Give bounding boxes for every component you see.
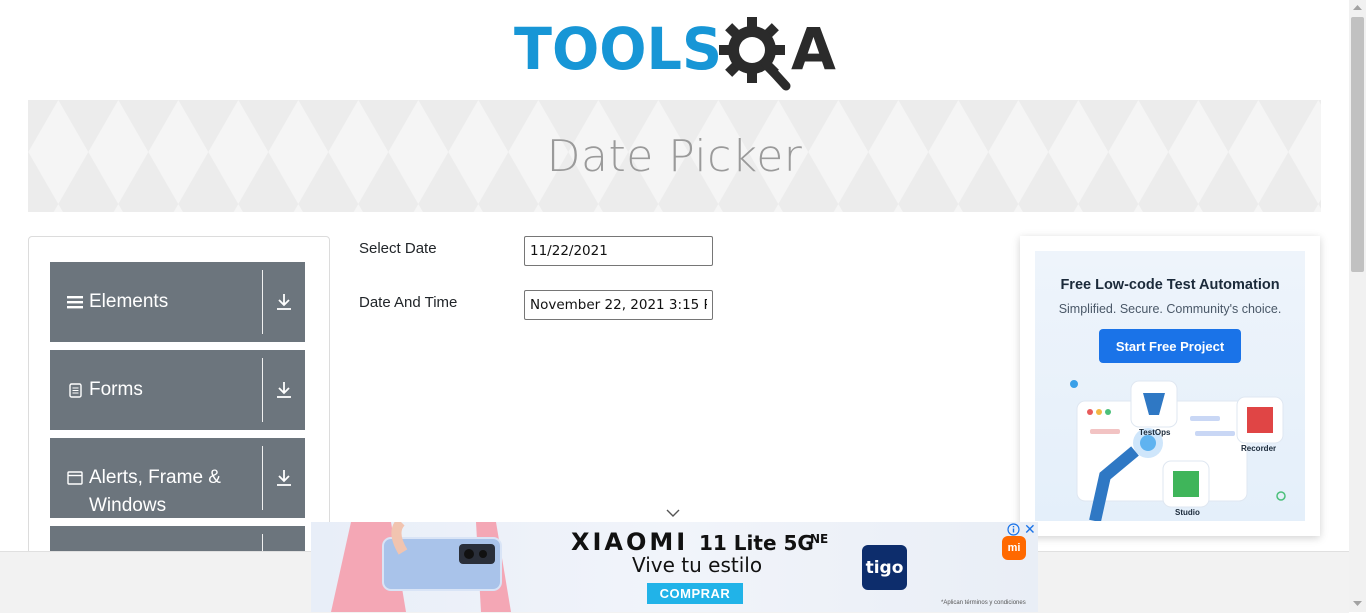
ad-content: Free Low-code Test Automation Simplified… [1035, 251, 1305, 521]
select-date-label: Select Date [359, 240, 437, 257]
ad-info-icon[interactable] [1007, 523, 1020, 536]
svg-text:Recorder: Recorder [1241, 444, 1276, 453]
list-icon [66, 288, 84, 316]
scroll-down-arrow-icon[interactable] [1352, 600, 1363, 607]
browser-window-icon [66, 464, 84, 492]
download-arrow-icon [277, 470, 291, 486]
mi-logo: mi [1002, 536, 1026, 560]
date-and-time-input[interactable] [524, 290, 713, 320]
tigo-logo: tigo [862, 545, 907, 590]
logo-text-tools: TOOLS [514, 15, 722, 83]
ad-brand: XIAOMI [571, 528, 689, 556]
ad-katalon[interactable]: Free Low-code Test Automation Simplified… [1020, 236, 1320, 536]
sidebar-expand-toggle[interactable] [263, 350, 305, 430]
ad-tagline: Vive tu estilo [632, 553, 763, 577]
sidebar-group-elements[interactable]: Elements [50, 262, 305, 342]
document-icon [66, 376, 84, 404]
ad-illustration: TestOps Recorder Studio [1070, 380, 1286, 521]
download-arrow-icon [277, 382, 291, 398]
download-arrow-icon [277, 294, 291, 310]
scrollbar-thumb[interactable] [1351, 17, 1364, 272]
studio-icon [1173, 471, 1199, 497]
scroll-up-arrow-icon[interactable] [1352, 4, 1363, 11]
svg-text:TestOps: TestOps [1139, 428, 1171, 437]
comprar-button[interactable]: COMPRAR [647, 583, 743, 604]
sidebar-group-label: Forms [89, 379, 143, 400]
sidebar-expand-toggle[interactable] [263, 438, 305, 518]
ad-subtitle: Simplified. Secure. Community's choice. [1058, 302, 1282, 316]
ad-xiaomi[interactable]: XIAOMI 11 Lite 5G NE Vive tu estilo COMP… [311, 522, 1038, 612]
chevron-down-icon[interactable] [665, 508, 681, 518]
logo-text-a: A [791, 15, 836, 83]
sidebar-group-label: Alerts, Frame & Windows [89, 467, 221, 516]
phone-image [331, 522, 511, 612]
start-free-project-button[interactable]: Start Free Project [1099, 329, 1241, 363]
toolsqa-logo[interactable]: TOOLS A [514, 14, 840, 92]
ad-legal-text: *Aplican términos y condiciones [941, 600, 1026, 606]
select-date-input[interactable] [524, 236, 713, 266]
sidebar-group-alerts-frame-windows[interactable]: Alerts, Frame & Windows [50, 438, 305, 518]
date-and-time-label: Date And Time [359, 294, 458, 311]
ad-model-suffix: NE [810, 532, 829, 546]
gear-magnifier-icon [719, 17, 791, 91]
ad-model: 11 Lite 5G [699, 531, 814, 555]
svg-text:Studio: Studio [1175, 508, 1200, 517]
sidebar: Elements Forms Alerts, Frame & Windows [28, 236, 330, 568]
sidebar-group-forms[interactable]: Forms [50, 350, 305, 430]
sidebar-group-label: Elements [89, 291, 169, 312]
ad-close-icon[interactable]: ✕ [1024, 522, 1036, 536]
recorder-icon [1247, 407, 1273, 433]
ad-title: Free Low-code Test Automation [1060, 277, 1280, 293]
page-banner: Date Picker [28, 100, 1321, 212]
page-title: Date Picker [546, 130, 803, 182]
sidebar-expand-toggle[interactable] [263, 262, 305, 342]
